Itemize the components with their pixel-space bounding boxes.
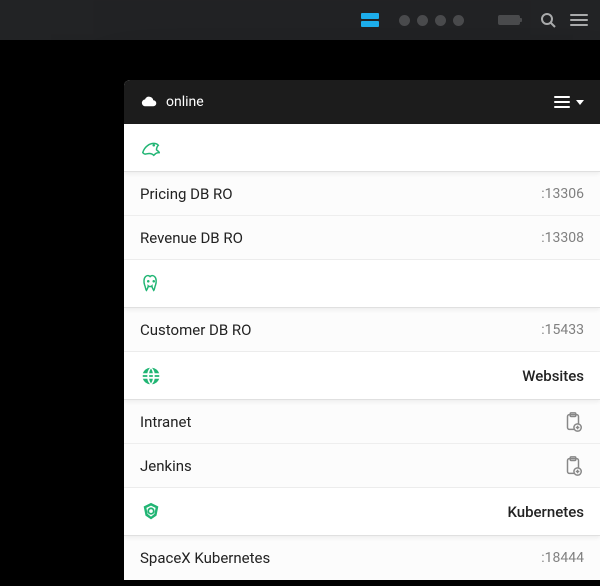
item-port: :13308 bbox=[541, 230, 584, 246]
section-header-postgres[interactable] bbox=[124, 260, 600, 308]
connection-status: online bbox=[166, 94, 554, 110]
section-header-mysql[interactable] bbox=[124, 124, 600, 172]
mysql-dolphin-icon bbox=[140, 137, 162, 159]
item-name: Revenue DB RO bbox=[140, 229, 541, 247]
search-icon[interactable] bbox=[540, 12, 556, 28]
section-header-websites[interactable]: Websites bbox=[124, 352, 600, 400]
status-dots bbox=[399, 15, 464, 26]
battery-icon bbox=[498, 15, 520, 25]
kubernetes-icon bbox=[140, 501, 162, 523]
chevron-down-icon bbox=[576, 100, 584, 105]
server-icon[interactable] bbox=[361, 13, 379, 27]
menu-icon[interactable] bbox=[570, 14, 588, 26]
app-window: online Pricing DB RO :13306 Revenue DB R… bbox=[124, 80, 600, 580]
list-item[interactable]: SpaceX Kubernetes :18444 bbox=[124, 536, 600, 580]
list-item[interactable]: Revenue DB RO :13308 bbox=[124, 216, 600, 260]
item-name: Jenkins bbox=[140, 457, 562, 475]
cloud-icon bbox=[140, 96, 158, 108]
item-name: Pricing DB RO bbox=[140, 185, 541, 203]
globe-icon bbox=[140, 365, 162, 387]
system-toolbar bbox=[0, 0, 600, 40]
list-item[interactable]: Pricing DB RO :13306 bbox=[124, 172, 600, 216]
list-item[interactable]: Jenkins bbox=[124, 444, 600, 488]
item-name: Intranet bbox=[140, 413, 562, 431]
item-name: SpaceX Kubernetes bbox=[140, 549, 541, 567]
item-name: Customer DB RO bbox=[140, 321, 541, 339]
clipboard-add-icon[interactable] bbox=[562, 411, 584, 433]
list-item[interactable]: Customer DB RO :15433 bbox=[124, 308, 600, 352]
item-port: :13306 bbox=[541, 186, 584, 202]
item-port: :18444 bbox=[541, 550, 584, 566]
postgres-elephant-icon bbox=[140, 273, 162, 295]
clipboard-add-icon[interactable] bbox=[562, 455, 584, 477]
menu-icon bbox=[554, 96, 570, 108]
window-header: online bbox=[124, 80, 600, 124]
item-port: :15433 bbox=[541, 322, 584, 338]
list-item[interactable]: Intranet bbox=[124, 400, 600, 444]
section-label: Kubernetes bbox=[507, 503, 584, 521]
window-menu-button[interactable] bbox=[554, 96, 584, 108]
section-header-kubernetes[interactable]: Kubernetes bbox=[124, 488, 600, 536]
section-label: Websites bbox=[522, 367, 584, 385]
